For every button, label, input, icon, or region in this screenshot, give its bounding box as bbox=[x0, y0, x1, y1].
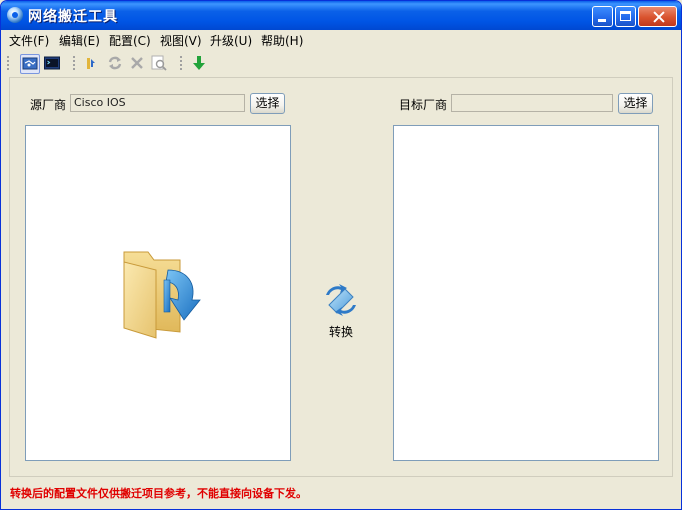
source-file-area[interactable] bbox=[25, 125, 291, 461]
convert-label: 转换 bbox=[329, 325, 354, 339]
menu-help[interactable]: 帮助(H) bbox=[261, 32, 303, 49]
app-globe-icon bbox=[7, 7, 23, 23]
delete-icon bbox=[131, 57, 143, 69]
minimize-icon bbox=[598, 19, 606, 22]
refresh-button[interactable] bbox=[106, 54, 126, 74]
menu-config[interactable]: 配置(C) bbox=[109, 32, 151, 49]
close-button[interactable] bbox=[638, 6, 677, 27]
target-vendor-label: 目标厂商 bbox=[399, 98, 448, 112]
title-bar[interactable]: 网络搬迁工具 bbox=[1, 1, 681, 30]
convert-icon bbox=[326, 284, 356, 316]
toolbar bbox=[1, 51, 681, 76]
target-file-area[interactable] bbox=[393, 125, 659, 461]
network-view-button[interactable] bbox=[20, 54, 40, 74]
convert-button[interactable]: 转换 bbox=[319, 281, 365, 341]
close-icon bbox=[652, 8, 665, 25]
menu-bar: 文件(F) 编辑(E) 配置(C) 视图(V) 升级(U) 帮助(H) bbox=[1, 30, 681, 50]
window-title: 网络搬迁工具 bbox=[28, 9, 118, 25]
toolbar-grip[interactable] bbox=[7, 56, 9, 72]
refresh-icon bbox=[108, 56, 122, 70]
download-icon bbox=[193, 56, 205, 70]
terminal-button[interactable] bbox=[43, 54, 63, 74]
source-select-button[interactable]: 选择 bbox=[250, 93, 285, 114]
menu-upgrade[interactable]: 升级(U) bbox=[210, 32, 252, 49]
open-config-icon bbox=[87, 58, 95, 69]
minimize-button[interactable] bbox=[592, 6, 613, 27]
toolbar-grip-2[interactable] bbox=[73, 56, 75, 72]
terminal-icon bbox=[44, 56, 60, 70]
network-view-icon bbox=[22, 57, 38, 70]
source-vendor-label: 源厂商 bbox=[30, 98, 67, 112]
status-message: 转换后的配置文件仅供搬迁项目参考，不能直接向设备下发。 bbox=[10, 487, 307, 500]
target-vendor-field bbox=[451, 94, 613, 112]
menu-view[interactable]: 视图(V) bbox=[160, 32, 202, 49]
folder-import-icon bbox=[123, 251, 201, 339]
target-select-button[interactable]: 选择 bbox=[618, 93, 653, 114]
download-button[interactable] bbox=[190, 54, 210, 74]
search-button[interactable] bbox=[150, 54, 170, 74]
menu-file[interactable]: 文件(F) bbox=[9, 32, 49, 49]
menu-edit[interactable]: 编辑(E) bbox=[59, 32, 100, 49]
delete-button[interactable] bbox=[128, 54, 148, 74]
maximize-icon bbox=[620, 11, 631, 21]
search-icon bbox=[151, 55, 167, 71]
open-config-button[interactable] bbox=[83, 54, 103, 74]
main-window: 网络搬迁工具 文件(F) 编辑(E) 配置(C) 视图(V) 升级(U) 帮助(… bbox=[0, 0, 682, 510]
source-vendor-field: Cisco IOS bbox=[70, 94, 245, 112]
maximize-button[interactable] bbox=[615, 6, 636, 27]
toolbar-grip-3[interactable] bbox=[180, 56, 182, 72]
